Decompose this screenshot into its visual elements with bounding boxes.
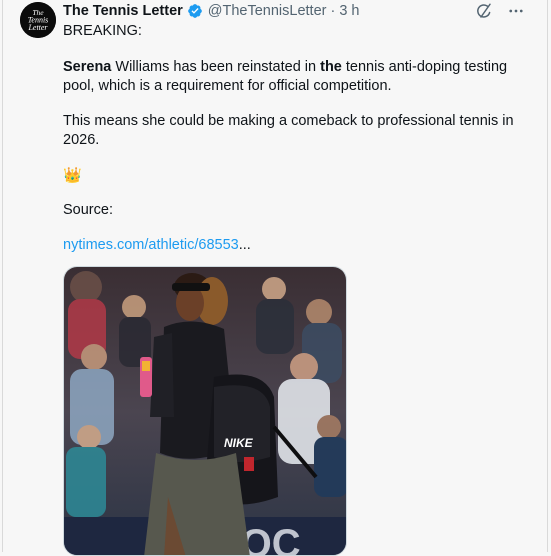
author-handle[interactable]: @TheTennisLetter [208, 3, 327, 19]
source-link[interactable]: nytimes.com/athletic/68553 [63, 237, 239, 253]
para1-text1: Williams has been reinstated in [111, 59, 321, 75]
paragraph-comeback: This means she could be making a comebac… [63, 113, 514, 148]
svg-text:NIKE: NIKE [224, 436, 254, 450]
bold-the: the [320, 59, 342, 75]
tweet-photo[interactable]: EOC NIKE [63, 266, 347, 556]
separator-dot: · [330, 3, 336, 19]
bold-serena: Serena [63, 59, 112, 75]
timestamp[interactable]: 3 h [339, 3, 359, 19]
more-options-icon[interactable] [507, 2, 525, 20]
svg-text:Letter: Letter [27, 23, 48, 32]
link-ellipsis: ... [238, 237, 251, 253]
serena-walking-photo: EOC NIKE [64, 267, 346, 555]
tennis-letter-logo: The Tennis Letter [20, 2, 56, 38]
grok-icon[interactable] [475, 2, 493, 20]
tweet-card: The Tennis Letter The Tennis Letter @The… [2, 0, 548, 556]
paragraph-reinstated: Serena Williams has been reinstated in t… [63, 58, 538, 96]
tweet-actions [475, 2, 525, 20]
verified-badge-icon[interactable] [187, 3, 203, 19]
crown-emoji: 👑 [63, 167, 82, 184]
tweet-text: BREAKING: Serena Williams has been reins… [63, 22, 538, 271]
source-label: Source: [63, 202, 113, 218]
author-name[interactable]: The Tennis Letter [63, 3, 183, 19]
avatar[interactable]: The Tennis Letter [20, 2, 56, 38]
source-link-line: nytimes.com/athletic/68553... [63, 236, 538, 255]
breaking-line: BREAKING: [63, 23, 142, 39]
tweet-header: The Tennis Letter @TheTennisLetter · 3 h [63, 2, 360, 20]
